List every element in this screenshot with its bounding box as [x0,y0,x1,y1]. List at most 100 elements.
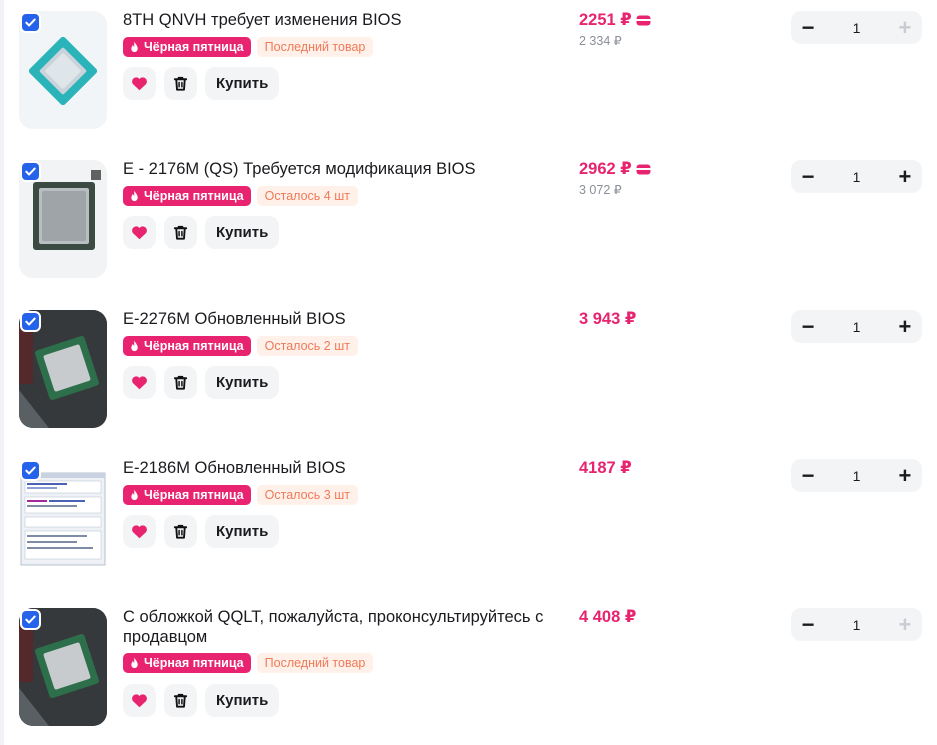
black-friday-label: Чёрная пятница [144,488,244,502]
decrement-button[interactable]: − [799,613,817,635]
flame-icon [131,41,138,52]
buy-button[interactable]: Купить [205,515,280,548]
heart-icon [132,226,147,240]
price-box: 4 408 ₽ [579,607,699,627]
heart-icon [132,77,147,91]
decrement-button[interactable]: − [799,464,817,486]
flame-icon [131,489,138,500]
current-price: 2962 ₽ [579,159,699,179]
select-checkbox[interactable] [20,311,41,332]
quantity-stepper: − 1 + [791,160,922,193]
badge-row: Чёрная пятница Последний товар [123,653,374,673]
item-actions: Купить [123,67,280,100]
select-checkbox[interactable] [20,460,41,481]
favorite-button[interactable] [123,216,156,249]
delete-button[interactable] [164,366,197,399]
current-price: 3 943 ₽ [579,309,699,329]
price-value: 4 408 ₽ [579,608,637,626]
quantity-stepper: − 1 + [791,310,922,343]
current-price: 4 408 ₽ [579,607,699,627]
trash-icon [173,76,188,91]
heart-icon [132,376,147,390]
favorite-button[interactable] [123,515,156,548]
increment-button[interactable]: + [896,464,914,486]
delete-button[interactable] [164,67,197,100]
black-friday-label: Чёрная пятница [144,656,244,670]
buy-button[interactable]: Купить [205,366,280,399]
product-title[interactable]: E-2276M Обновленный BIOS [123,309,553,329]
product-title[interactable]: E-2186M Обновленный BIOS [123,458,553,478]
cart-item: E-2276M Обновленный BIOS Чёрная пятница … [0,299,937,449]
flame-icon [131,657,138,668]
item-actions: Купить [123,515,280,548]
black-friday-badge: Чёрная пятница [123,653,251,673]
price-value: 2251 ₽ [579,11,632,29]
favorite-button[interactable] [123,684,156,717]
product-title[interactable]: 8TH QNVH требует изменения BIOS [123,10,553,30]
trash-icon [173,693,188,708]
badge-row: Чёрная пятница Осталось 2 шт [123,336,358,356]
black-friday-badge: Чёрная пятница [123,186,251,206]
current-price: 4187 ₽ [579,458,699,478]
trash-icon [173,375,188,390]
quantity-value: 1 [852,318,861,335]
item-actions: Купить [123,216,280,249]
black-friday-label: Чёрная пятница [144,339,244,353]
buy-button[interactable]: Купить [205,684,280,717]
product-title[interactable]: С обложкой QQLT, пожалуйста, проконсульт… [123,607,553,647]
heart-icon [132,694,147,708]
price-box: 2251 ₽ 2 334 ₽ [579,10,699,49]
badge-row: Чёрная пятница Последний товар [123,37,374,57]
flame-icon [131,190,138,201]
buy-button[interactable]: Купить [205,67,280,100]
delete-button[interactable] [164,684,197,717]
check-icon [25,615,36,624]
check-icon [25,466,36,475]
quantity-value: 1 [852,168,861,185]
price-value: 2962 ₽ [579,160,632,178]
increment-button[interactable]: + [896,165,914,187]
price-box: 4187 ₽ [579,458,699,478]
heart-icon [132,525,147,539]
price-value: 4187 ₽ [579,459,632,477]
badge-row: Чёрная пятница Осталось 4 шт [123,186,358,206]
old-price: 2 334 ₽ [579,34,622,48]
decrement-button[interactable]: − [799,165,817,187]
trash-icon [173,225,188,240]
select-checkbox[interactable] [20,609,41,630]
check-icon [25,317,36,326]
favorite-button[interactable] [123,67,156,100]
card-icon [636,164,651,174]
favorite-button[interactable] [123,366,156,399]
cart-item: С обложкой QQLT, пожалуйста, проконсульт… [0,597,937,745]
increment-button[interactable]: + [896,16,914,38]
increment-button[interactable]: + [896,613,914,635]
black-friday-label: Чёрная пятница [144,40,244,54]
old-price: 3 072 ₽ [579,183,622,197]
quantity-value: 1 [852,616,861,633]
check-icon [25,167,36,176]
decrement-button[interactable]: − [799,16,817,38]
black-friday-label: Чёрная пятница [144,189,244,203]
quantity-value: 1 [852,467,861,484]
buy-button[interactable]: Купить [205,216,280,249]
select-checkbox[interactable] [20,12,41,33]
decrement-button[interactable]: − [799,315,817,337]
item-actions: Купить [123,684,280,717]
cart-item: E-2186M Обновленный BIOS Чёрная пятница … [0,448,937,598]
cart-item: 8TH QNVH требует изменения BIOS Чёрная п… [0,0,937,150]
delete-button[interactable] [164,216,197,249]
product-title[interactable]: E - 2176M (QS) Требуется модификация BIO… [123,159,553,179]
badge-row: Чёрная пятница Осталось 3 шт [123,485,358,505]
flame-icon [131,340,138,351]
trash-icon [173,524,188,539]
black-friday-badge: Чёрная пятница [123,485,251,505]
delete-button[interactable] [164,515,197,548]
stock-badge: Последний товар [256,653,374,673]
select-checkbox[interactable] [20,161,41,182]
current-price: 2251 ₽ [579,10,699,30]
price-value: 3 943 ₽ [579,310,637,328]
quantity-stepper: − 1 + [791,608,922,641]
increment-button[interactable]: + [896,315,914,337]
stock-badge: Осталось 3 шт [256,485,358,505]
